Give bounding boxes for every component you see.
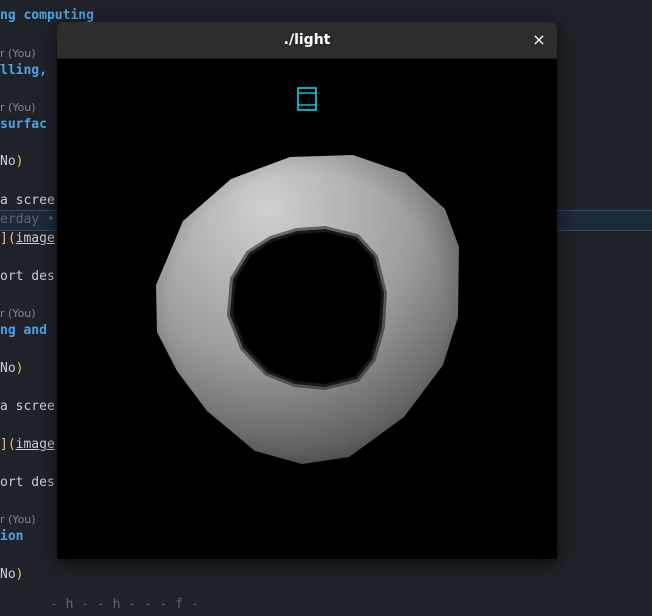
- editor-line-heading: ion: [0, 529, 24, 544]
- render-canvas[interactable]: [57, 59, 557, 559]
- editor-line-author: r (You): [0, 513, 36, 526]
- editor-line-text: No: [0, 154, 16, 169]
- editor-line: ort des: [0, 269, 55, 284]
- editor-line-author: r (You): [0, 47, 36, 60]
- window-titlebar[interactable]: ./light ×: [57, 22, 557, 59]
- editor-line-heading: surfac: [0, 117, 47, 132]
- editor-paren: ): [15, 361, 24, 376]
- editor-line: ort des: [0, 475, 55, 490]
- editor-line-heading: lling,: [0, 63, 47, 78]
- app-window[interactable]: ./light ×: [57, 22, 557, 559]
- close-icon[interactable]: ×: [529, 30, 549, 50]
- editor-line-blame: erday •: [0, 212, 55, 227]
- torus-render: [57, 59, 557, 559]
- editor-line-author: r (You): [0, 101, 36, 114]
- editor-line-author: r (You): [0, 307, 36, 320]
- editor-line: ](image: [0, 436, 55, 454]
- editor-line: No): [0, 360, 23, 378]
- editor-line: ](image: [0, 230, 55, 248]
- editor-line: a scree: [0, 193, 55, 208]
- editor-line: No): [0, 153, 23, 171]
- editor-line-heading: ng and: [0, 323, 47, 338]
- editor-line-partial: - h - - h - - - f -: [50, 597, 199, 612]
- editor-link[interactable]: image: [16, 437, 55, 452]
- editor-bracket: ](: [0, 437, 16, 452]
- editor-bracket: ](: [0, 231, 16, 246]
- editor-paren: ): [15, 154, 24, 169]
- torus-shadow: [57, 59, 557, 559]
- editor-link[interactable]: image: [16, 231, 55, 246]
- window-title: ./light: [283, 32, 331, 48]
- editor-line-text: No: [0, 361, 16, 376]
- editor-paren: ): [15, 567, 24, 582]
- editor-line: No): [0, 566, 23, 584]
- editor-line-text: No: [0, 567, 16, 582]
- editor-line: a scree: [0, 399, 55, 414]
